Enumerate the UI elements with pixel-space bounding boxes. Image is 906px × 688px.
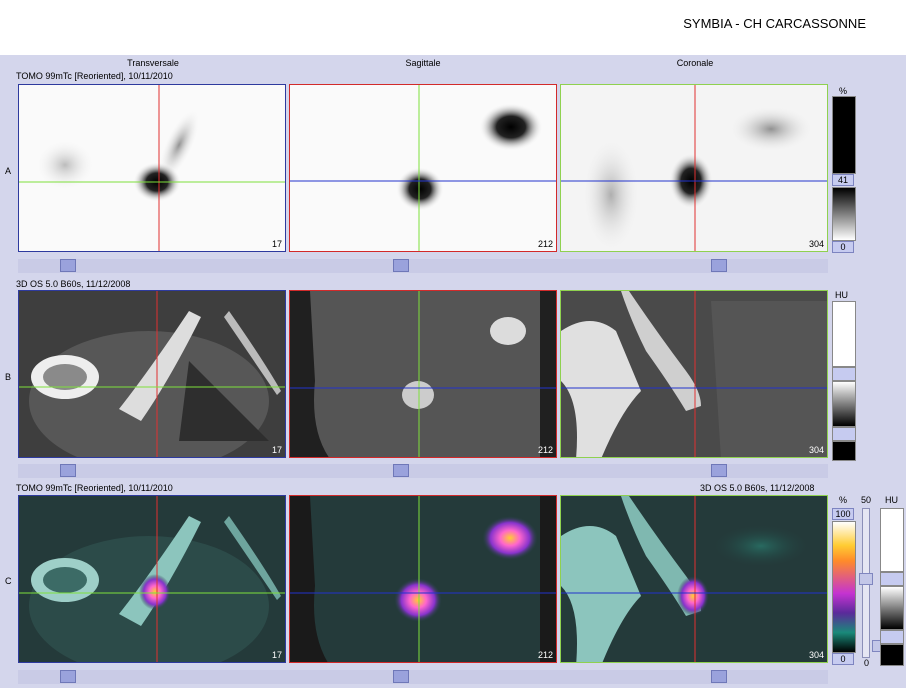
ct-coronal-view[interactable]: 304 bbox=[560, 290, 828, 458]
site-title: SYMBIA - CH CARCASSONNE bbox=[683, 16, 866, 31]
slice-number: 17 bbox=[271, 650, 282, 660]
colorbar-max-value[interactable]: 100 bbox=[832, 508, 854, 520]
colorbar-unit: HU bbox=[835, 290, 848, 300]
row-b-series-label: 3D OS 5.0 B60s, 11/12/2008 bbox=[16, 279, 131, 289]
transversal-slice-slider[interactable] bbox=[60, 670, 76, 683]
slice-number: 212 bbox=[537, 650, 553, 660]
row-a-series-label: TOMO 99mTc [Reoriented], 10/11/2010 bbox=[16, 71, 173, 81]
slice-number: 304 bbox=[808, 445, 824, 455]
ct-coronal-image bbox=[561, 291, 827, 457]
row-c-slider-track bbox=[18, 670, 828, 684]
coronal-slice-slider[interactable] bbox=[711, 670, 727, 683]
sagittal-slice-slider[interactable] bbox=[393, 259, 409, 272]
slice-number: 304 bbox=[808, 239, 824, 249]
coronal-slice-slider[interactable] bbox=[711, 464, 727, 477]
colorbar-unit: % bbox=[839, 86, 848, 96]
spect-transversal-image bbox=[19, 85, 285, 251]
colorbar-unit: % bbox=[839, 495, 848, 505]
fusion-transversal-view[interactable]: 17 bbox=[18, 495, 286, 663]
spect-sagittal-image bbox=[290, 85, 556, 251]
ct-transversal-view[interactable]: 17 bbox=[18, 290, 286, 458]
fusion-blend-thumb[interactable] bbox=[859, 573, 873, 585]
spect-coronal-image bbox=[561, 85, 827, 251]
colorbar-min-value[interactable]: 0 bbox=[832, 653, 854, 665]
fusion-coronal-view[interactable]: 304 bbox=[560, 495, 828, 663]
colorbar-b-gradient bbox=[832, 381, 856, 427]
fusion-coronal-image bbox=[561, 496, 827, 662]
sagittal-slice-slider[interactable] bbox=[393, 670, 409, 683]
colorbar-min-value[interactable]: 0 bbox=[832, 241, 854, 253]
fusion-transversal-image bbox=[19, 496, 285, 662]
colorbar-b-level-handle[interactable] bbox=[832, 367, 856, 381]
colorbar-unit: HU bbox=[885, 495, 898, 505]
spect-transversal-view[interactable]: 17 bbox=[18, 84, 286, 252]
colorbar-c-gradient bbox=[832, 521, 856, 653]
coronal-slice-slider[interactable] bbox=[711, 259, 727, 272]
spect-sagittal-view[interactable]: 212 bbox=[289, 84, 557, 252]
ct-sagittal-view[interactable]: 212 bbox=[289, 290, 557, 458]
colorbar-ct-window-handle[interactable] bbox=[880, 630, 904, 644]
colorbar-b-upper bbox=[832, 301, 856, 367]
row-c-ct-series-label: 3D OS 5.0 B60s, 11/12/2008 bbox=[700, 483, 815, 493]
slice-number: 17 bbox=[271, 445, 282, 455]
slice-number: 17 bbox=[271, 239, 282, 249]
ct-sagittal-image bbox=[290, 291, 556, 457]
colorbar-level-value[interactable]: 41 bbox=[832, 174, 854, 186]
header-bar: SYMBIA - CH CARCASSONNE bbox=[0, 0, 906, 55]
row-b-label: B bbox=[5, 372, 12, 382]
colorbar-b-lower bbox=[832, 441, 856, 461]
spect-coronal-view[interactable]: 304 bbox=[560, 84, 828, 252]
transversal-slice-slider[interactable] bbox=[60, 464, 76, 477]
fusion-sagittal-view[interactable]: 212 bbox=[289, 495, 557, 663]
row-c-series-label: TOMO 99mTc [Reoriented], 10/11/2010 bbox=[16, 483, 173, 493]
row-b-slider-track bbox=[18, 464, 828, 478]
colorbar-a-upper bbox=[832, 96, 856, 174]
row-a-label: A bbox=[5, 166, 12, 176]
slice-number: 304 bbox=[808, 650, 824, 660]
fusion-level-label: 50 bbox=[861, 495, 872, 505]
column-label-transversal: Transversale bbox=[127, 58, 179, 68]
fusion-min-label: 0 bbox=[864, 658, 870, 668]
row-a-slider-track bbox=[18, 259, 828, 273]
colorbar-ct-level-handle[interactable] bbox=[880, 572, 904, 586]
fusion-sagittal-image bbox=[290, 496, 556, 662]
row-c-label: C bbox=[5, 576, 12, 586]
colorbar-ct-upper bbox=[880, 508, 904, 572]
column-label-sagittal: Sagittale bbox=[405, 58, 441, 68]
colorbar-ct-lower bbox=[880, 644, 904, 666]
column-label-coronal: Coronale bbox=[676, 58, 714, 68]
colorbar-b-window-handle[interactable] bbox=[832, 427, 856, 441]
sagittal-slice-slider[interactable] bbox=[393, 464, 409, 477]
transversal-slice-slider[interactable] bbox=[60, 259, 76, 272]
colorbar-a-gradient bbox=[832, 187, 856, 241]
ct-transversal-image bbox=[19, 291, 285, 457]
colorbar-ct-gradient bbox=[880, 586, 904, 630]
slice-number: 212 bbox=[537, 239, 553, 249]
slice-number: 212 bbox=[537, 445, 553, 455]
